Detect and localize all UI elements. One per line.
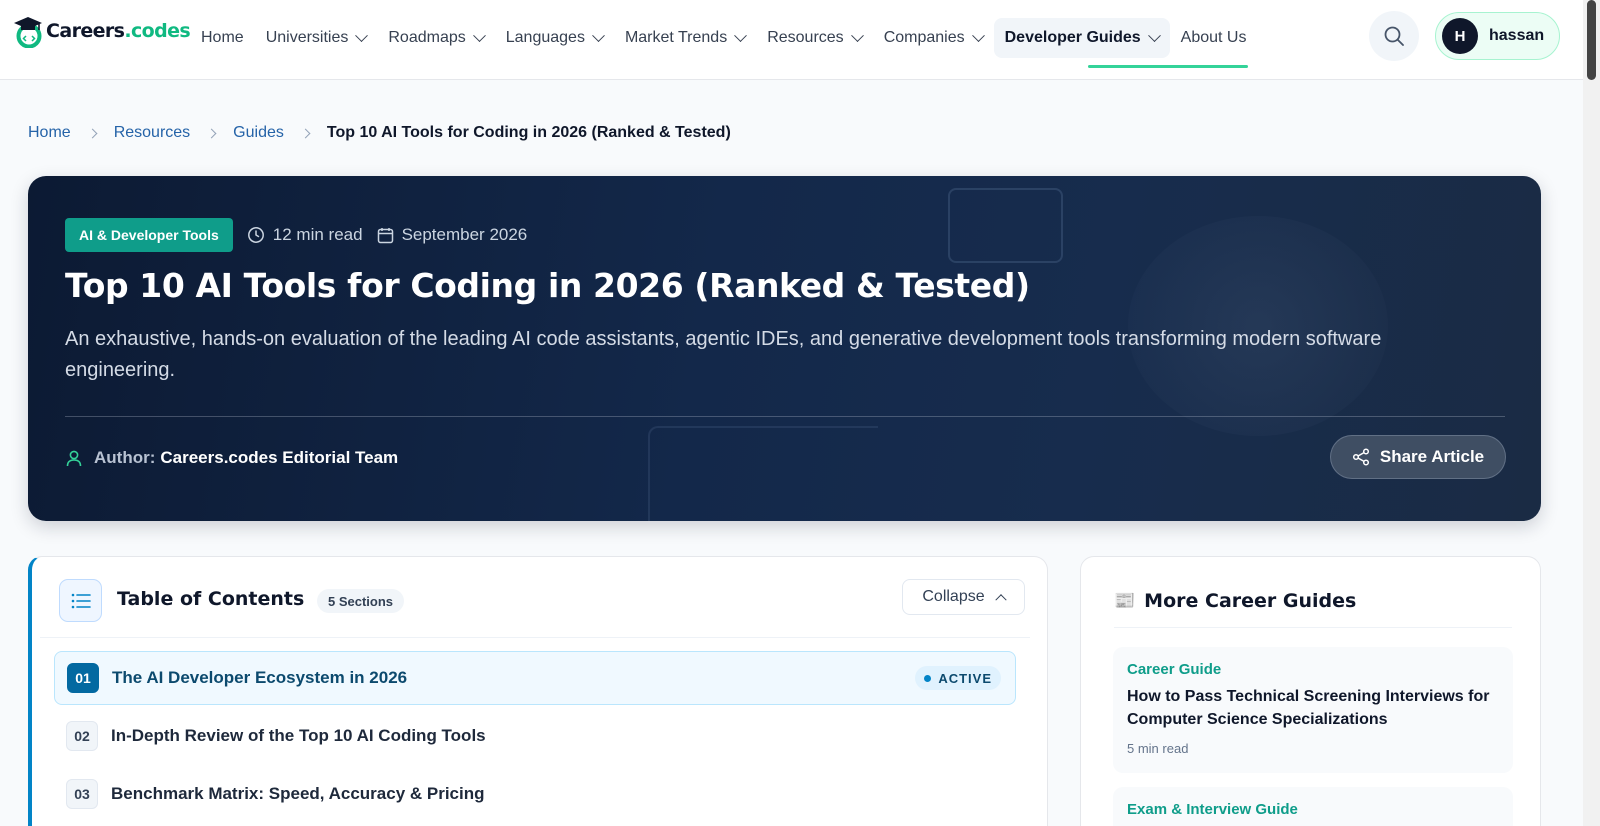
toc-section-count: 5 Sections (317, 589, 405, 613)
share-label: Share Article (1379, 447, 1485, 466)
toc-item-number: 03 (66, 779, 98, 809)
search-button[interactable] (1369, 11, 1419, 61)
nav-companies[interactable]: Companies (873, 21, 994, 55)
site-logo[interactable]: Careers.codes (12, 14, 191, 49)
more-guides-sidebar: 📰 More Career Guides Career Guide How to… (1080, 556, 1541, 826)
article-author: Author: Careers.codes Editorial Team (65, 448, 398, 468)
breadcrumb-home[interactable]: Home (28, 124, 71, 142)
read-time: 12 min read (247, 225, 363, 245)
table-of-contents: Table of Contents 5 Sections Collapse 01… (28, 556, 1048, 826)
active-badge-label: ACTIVE (938, 670, 992, 686)
breadcrumb-current: Top 10 AI Tools for Coding in 2026 (Rank… (326, 124, 731, 141)
nav-market-trends[interactable]: Market Trends (614, 21, 756, 55)
guide-category: Exam & Interview Guide (1127, 801, 1298, 818)
search-icon (1384, 26, 1404, 46)
user-menu[interactable]: H hassan (1435, 12, 1560, 60)
collapse-label: Collapse (922, 588, 985, 605)
active-dot-icon (924, 674, 932, 682)
calendar-icon (377, 227, 393, 243)
avatar: H (1442, 18, 1478, 54)
nav-roadmaps[interactable]: Roadmaps (377, 21, 494, 55)
publish-date: September 2026 (377, 225, 528, 245)
share-article-button[interactable]: Share Article (1330, 435, 1506, 479)
sidebar-title: 📰 More Career Guides (1114, 590, 1356, 612)
chevron-right-icon (300, 128, 311, 138)
breadcrumb-guides[interactable]: Guides (233, 124, 284, 142)
nav-languages[interactable]: Languages (495, 21, 614, 55)
share-icon (1352, 448, 1369, 466)
toc-title: Table of Contents (117, 588, 305, 610)
toc-item-label: Benchmark Matrix: Speed, Accuracy & Pric… (111, 784, 485, 803)
article-hero: AI & Developer Tools 12 min read Septemb… (28, 176, 1541, 521)
user-name: hassan (1489, 27, 1545, 44)
toc-item-number: 02 (66, 721, 98, 751)
logo-text: Careers.codes (46, 20, 191, 42)
category-tag[interactable]: AI & Developer Tools (65, 218, 233, 252)
clock-icon (247, 227, 264, 243)
list-icon (71, 593, 91, 608)
guide-card[interactable]: Career Guide How to Pass Technical Scree… (1113, 647, 1513, 773)
chevron-up-icon (994, 594, 1007, 606)
guide-read-time: 5 min read (1127, 741, 1189, 756)
hero-divider (65, 416, 1505, 417)
guide-card[interactable]: Exam & Interview Guide (1113, 787, 1513, 826)
chevron-down-icon (1147, 28, 1161, 42)
toc-divider (40, 637, 1030, 638)
breadcrumb-resources[interactable]: Resources (114, 124, 190, 142)
collapse-toc-button[interactable]: Collapse (902, 579, 1025, 615)
page-scrollbar[interactable] (1583, 0, 1600, 826)
chevron-right-icon (206, 128, 217, 138)
main-menu: Home Universities Roadmaps Languages Mar… (190, 18, 1257, 58)
chevron-down-icon (355, 28, 369, 42)
active-nav-indicator (1088, 65, 1248, 68)
toc-icon-box (59, 579, 102, 622)
chevron-right-icon (87, 128, 98, 138)
chevron-down-icon (850, 28, 864, 42)
nav-resources[interactable]: Resources (756, 21, 872, 55)
active-badge: ACTIVE (915, 666, 1001, 690)
toc-item[interactable]: 03 Benchmark Matrix: Speed, Accuracy & P… (54, 767, 1016, 821)
breadcrumb: Home Resources Guides Top 10 AI Tools fo… (28, 124, 731, 142)
hero-background-art (648, 426, 878, 521)
guide-title: How to Pass Technical Screening Intervie… (1127, 688, 1490, 728)
chevron-down-icon (734, 28, 748, 42)
article-subtitle: An exhaustive, hands-on evaluation of th… (65, 328, 1382, 381)
toc-item[interactable]: 02 In-Depth Review of the Top 10 AI Codi… (54, 709, 1016, 763)
guide-category: Career Guide (1127, 661, 1222, 678)
author-label: Author: (94, 448, 156, 467)
toc-item[interactable]: 01 The AI Developer Ecosystem in 2026 AC… (54, 651, 1016, 705)
toc-item-number: 01 (67, 663, 99, 693)
chevron-down-icon (971, 28, 985, 42)
sidebar-divider (1114, 627, 1512, 628)
top-navbar: Careers.codes Home Universities Roadmaps… (0, 0, 1583, 80)
read-time-text: 12 min read (272, 225, 363, 244)
author-name: Careers.codes Editorial Team (160, 448, 399, 467)
scrollbar-thumb[interactable] (1587, 0, 1596, 80)
article-title: Top 10 AI Tools for Coding in 2026 (Rank… (65, 266, 1030, 305)
toc-item-label: In-Depth Review of the Top 10 AI Coding … (111, 726, 486, 745)
publish-date-text: September 2026 (401, 225, 528, 244)
sidebar-title-text: More Career Guides (1144, 590, 1357, 612)
hero-background-art (948, 188, 1063, 263)
chevron-down-icon (592, 28, 605, 42)
newspaper-icon: 📰 (1114, 591, 1136, 611)
toc-item-label: The AI Developer Ecosystem in 2026 (112, 668, 408, 687)
nav-about-us[interactable]: About Us (1170, 21, 1258, 55)
article-meta: AI & Developer Tools 12 min read Septemb… (65, 218, 527, 252)
user-icon (66, 450, 82, 467)
nav-developer-guides[interactable]: Developer Guides (993, 18, 1170, 58)
nav-home[interactable]: Home (190, 21, 255, 55)
nav-universities[interactable]: Universities (255, 21, 378, 55)
chevron-down-icon (472, 28, 486, 42)
logo-graduation-cap-icon (12, 14, 44, 49)
